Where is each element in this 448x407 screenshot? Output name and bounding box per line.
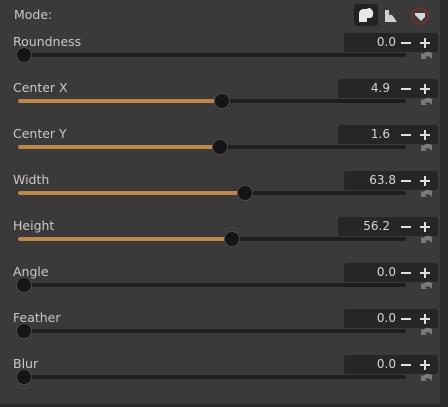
mode-label: Mode: xyxy=(14,7,53,22)
roundness-slider-handle[interactable] xyxy=(16,47,32,63)
control-roundness: Roundness 0.0 xyxy=(0,33,440,79)
mode-button-notch[interactable] xyxy=(380,4,404,26)
center-x-slider-fill xyxy=(18,99,222,103)
roundness-slider[interactable] xyxy=(16,47,406,63)
angle-label: Angle xyxy=(13,264,49,279)
width-slider[interactable] xyxy=(18,185,406,201)
center-x-slider-handle[interactable] xyxy=(214,93,230,109)
width-reset-icon[interactable] xyxy=(420,187,434,199)
feather-slider[interactable] xyxy=(16,323,406,339)
control-blur: Blur 0.0 xyxy=(0,355,440,401)
height-reset-icon[interactable] xyxy=(420,233,434,245)
blur-value: 0.0 xyxy=(376,357,396,371)
center-y-value: 1.6 xyxy=(370,127,390,141)
center-x-decrement-button[interactable] xyxy=(397,79,415,98)
center-x-slider[interactable] xyxy=(18,93,406,109)
blur-slider[interactable] xyxy=(16,369,406,385)
control-center-x: Center X 4.9 xyxy=(0,79,440,125)
blur-decrement-button[interactable] xyxy=(397,355,415,374)
width-label: Width xyxy=(13,172,50,187)
center-y-slider-fill xyxy=(18,145,220,149)
center-x-label: Center X xyxy=(13,80,68,95)
angle-reset-icon[interactable] xyxy=(420,279,434,291)
center-y-slider[interactable] xyxy=(18,139,406,155)
height-decrement-button[interactable] xyxy=(397,217,415,236)
control-center-y: Center Y 1.6 xyxy=(0,125,440,171)
mode-flag-icon xyxy=(411,7,429,25)
mode-combined-icon xyxy=(359,8,374,22)
width-slider-fill xyxy=(18,191,245,195)
roundness-reset-icon[interactable] xyxy=(420,49,434,61)
width-slider-handle[interactable] xyxy=(237,185,253,201)
center-x-value: 4.9 xyxy=(370,81,390,95)
roundness-decrement-button[interactable] xyxy=(397,33,415,52)
vertical-scrollbar[interactable] xyxy=(440,0,448,407)
height-slider[interactable] xyxy=(18,231,406,247)
center-y-reset-icon[interactable] xyxy=(420,141,434,153)
feather-reset-icon[interactable] xyxy=(420,325,434,337)
feather-decrement-button[interactable] xyxy=(397,309,415,328)
angle-decrement-button[interactable] xyxy=(397,263,415,282)
feather-value: 0.0 xyxy=(376,311,396,325)
width-value: 63.8 xyxy=(369,173,396,187)
control-feather: Feather 0.0 xyxy=(0,309,440,355)
control-width: Width 63.8 xyxy=(0,171,440,217)
feather-slider-handle[interactable] xyxy=(16,323,32,339)
angle-slider[interactable] xyxy=(16,277,406,293)
mode-row: Mode: xyxy=(0,0,440,30)
center-y-slider-handle[interactable] xyxy=(212,139,228,155)
roundness-value: 0.0 xyxy=(376,35,396,49)
height-slider-fill xyxy=(18,237,232,241)
blur-slider-handle[interactable] xyxy=(16,369,32,385)
height-label: Height xyxy=(13,218,55,233)
center-y-label: Center Y xyxy=(13,126,67,141)
mode-button-flag[interactable] xyxy=(407,4,431,26)
blur-reset-icon[interactable] xyxy=(420,371,434,383)
width-decrement-button[interactable] xyxy=(397,171,415,190)
angle-slider-handle[interactable] xyxy=(16,277,32,293)
mode-button-combined[interactable] xyxy=(354,4,378,26)
angle-value: 0.0 xyxy=(376,265,396,279)
height-value: 56.2 xyxy=(363,219,390,233)
control-height: Height 56.2 xyxy=(0,217,440,263)
center-x-reset-icon[interactable] xyxy=(420,95,434,107)
height-slider-handle[interactable] xyxy=(224,231,240,247)
mask-settings-panel: Mode: Roundness 0.0 Center X 4.9 Center Y 1.6… xyxy=(0,0,440,407)
mode-notch-icon xyxy=(385,10,397,22)
center-y-decrement-button[interactable] xyxy=(397,125,415,144)
control-angle: Angle 0.0 xyxy=(0,263,440,309)
